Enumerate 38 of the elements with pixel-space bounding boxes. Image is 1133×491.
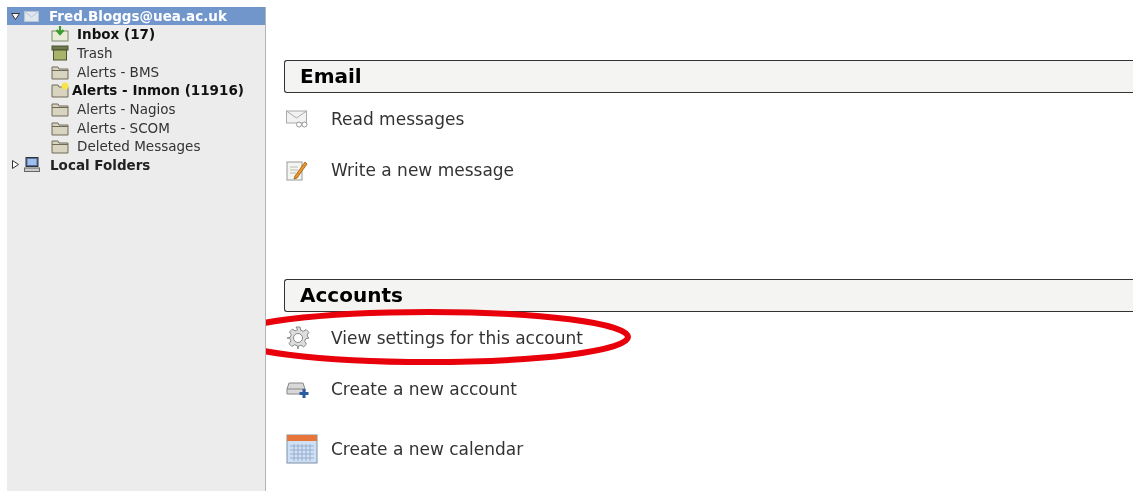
- computer-icon: [24, 157, 40, 173]
- folder-name: Alerts - BMS: [77, 63, 160, 80]
- inbox-icon: [51, 26, 69, 43]
- folder-name: Alerts - Nagios: [77, 101, 176, 118]
- settings-icon: [286, 325, 310, 350]
- folder-icon: [51, 63, 69, 80]
- folder-item[interactable]: Deleted Messages: [7, 137, 265, 156]
- account-name: Local Folders: [50, 156, 151, 173]
- envelope-icon: [24, 10, 39, 22]
- folder-name: Alerts - Inmon (11916): [72, 82, 244, 99]
- calendar-icon: [286, 433, 318, 464]
- trash-icon: [51, 45, 69, 62]
- folder-name: Alerts - SCOM: [77, 119, 170, 136]
- folder-star-icon: [51, 82, 69, 99]
- folder-name: Trash: [77, 45, 113, 62]
- action-link[interactable]: Read messages: [331, 108, 465, 129]
- folder-name: Deleted Messages: [77, 138, 201, 155]
- action-link[interactable]: Create a new calendar: [331, 438, 524, 459]
- section-header: Email: [284, 60, 1133, 93]
- folder-item[interactable]: Trash: [7, 43, 265, 63]
- account-name: Fred.Bloggs@uea.ac.uk: [49, 8, 227, 24]
- folder-icon: [51, 119, 69, 136]
- action-link[interactable]: Write a new message: [331, 159, 515, 180]
- folder-item[interactable]: Alerts - Nagios: [7, 99, 265, 119]
- folder-item[interactable]: Alerts - SCOM: [7, 118, 265, 138]
- expander-icon[interactable]: [11, 160, 20, 170]
- folder-name: Inbox (17): [77, 26, 156, 43]
- folder-item[interactable]: Inbox (17): [7, 25, 265, 44]
- folder-icon: [51, 138, 69, 155]
- section-header: Accounts: [284, 279, 1133, 312]
- folder-icon: [51, 101, 69, 118]
- action-link[interactable]: Create a new account: [331, 378, 517, 399]
- envelope-glasses-icon: [286, 109, 308, 128]
- expander-icon[interactable]: [11, 11, 20, 21]
- note-pencil-icon: [286, 158, 308, 181]
- account-row[interactable]: Local Folders: [7, 155, 265, 174]
- folder-item[interactable]: Alerts - BMS: [7, 62, 265, 82]
- folder-item[interactable]: Alerts - Inmon (11916): [7, 81, 265, 100]
